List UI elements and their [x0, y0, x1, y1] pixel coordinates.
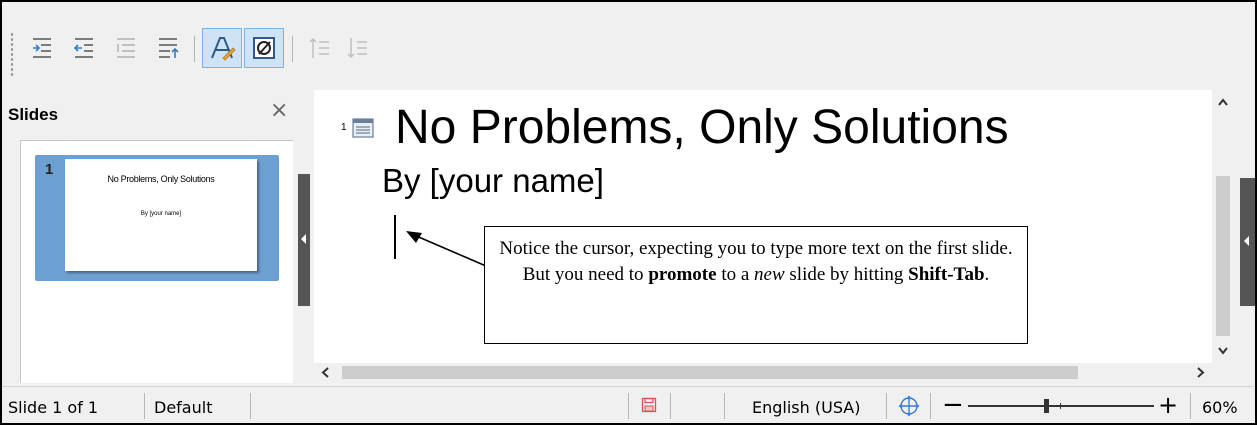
- chevron-left-icon: [321, 367, 329, 378]
- callout-emphasis-new: new: [754, 264, 785, 285]
- move-up-disabled-icon: [309, 37, 329, 58]
- demote-icon: [33, 38, 51, 58]
- move-cross-icon: [898, 395, 920, 417]
- scroll-down-button[interactable]: [1212, 337, 1234, 363]
- navigator-button[interactable]: [898, 395, 920, 421]
- zoom-level[interactable]: 60%: [1202, 398, 1238, 417]
- callout-text-part: .: [984, 264, 990, 285]
- language-status[interactable]: English (USA): [752, 398, 860, 417]
- toolbar-separator: [194, 36, 195, 62]
- zoom-in-button[interactable]: +: [1158, 391, 1178, 419]
- thumbnail-title: No Problems, Only Solutions: [107, 174, 215, 184]
- horizontal-scrollbar[interactable]: [314, 363, 1212, 382]
- collapse-arrow-icon: [301, 234, 306, 244]
- black-white-icon: [253, 37, 275, 59]
- slides-list: 1 No Problems, Only Solutions By [your n…: [20, 140, 293, 383]
- move-down-level-icon: [117, 38, 135, 58]
- slide-count[interactable]: Slide 1 of 1: [8, 398, 98, 417]
- callout-shortcut: Shift-Tab: [908, 264, 985, 285]
- chevron-down-icon: [1218, 347, 1228, 355]
- demote-button[interactable]: [22, 28, 62, 68]
- outline-subtitle-text[interactable]: By [your name]: [382, 160, 604, 202]
- scroll-up-button[interactable]: [1212, 90, 1234, 116]
- slide-number: 1: [45, 161, 54, 178]
- chevron-up-icon: [1218, 98, 1228, 106]
- status-separator: [628, 393, 629, 419]
- sidebar-splitter[interactable]: [298, 174, 310, 306]
- slide-thumbnail[interactable]: No Problems, Only Solutions By [your nam…: [65, 159, 257, 271]
- callout-emphasis-promote: promote: [648, 264, 717, 285]
- outline-slide-number: 1: [341, 122, 347, 133]
- zoom-slider[interactable]: [968, 399, 1154, 413]
- formatting-toggle-button[interactable]: [202, 28, 242, 68]
- promote-button[interactable]: [64, 28, 104, 68]
- toolbar-separator: [292, 36, 293, 62]
- black-white-button[interactable]: [244, 28, 284, 68]
- slides-pane: Slides × 1 No Problems, Only Solutions B…: [2, 90, 308, 383]
- status-bar: Slide 1 of 1 Default English (USA) − + 6…: [2, 386, 1255, 423]
- scroll-left-button[interactable]: [314, 363, 338, 382]
- outline-toolbar: [2, 2, 1255, 88]
- horizontal-scroll-thumb[interactable]: [342, 366, 1078, 379]
- status-separator: [670, 393, 671, 419]
- expand-arrow-icon: [1244, 236, 1249, 246]
- move-down-disabled-icon: [347, 38, 367, 59]
- move-up-disabled-button[interactable]: [300, 28, 340, 68]
- toolbar-grip[interactable]: [10, 32, 14, 78]
- impress-window: Slides × 1 No Problems, Only Solutions B…: [0, 0, 1257, 425]
- move-up-icon: [159, 38, 179, 58]
- right-sidebar-splitter[interactable]: [1240, 178, 1255, 306]
- zoom-slider-thumb[interactable]: [1044, 399, 1049, 413]
- slide-icon: [352, 118, 374, 138]
- zoom-out-button[interactable]: −: [942, 390, 964, 420]
- outline-title-text[interactable]: No Problems, Only Solutions: [395, 100, 1009, 156]
- chevron-right-icon: [1197, 367, 1205, 378]
- vertical-scroll-thumb[interactable]: [1216, 176, 1230, 336]
- promote-icon: [73, 38, 93, 58]
- callout-text: Notice the cursor, expecting you to type…: [493, 236, 1019, 288]
- move-down-disabled-button[interactable]: [338, 28, 378, 68]
- formatting-on-off-icon: [211, 37, 236, 61]
- status-separator: [250, 393, 251, 419]
- status-separator: [1190, 393, 1191, 419]
- save-status-icon[interactable]: [641, 397, 657, 417]
- status-separator: [886, 393, 887, 419]
- slides-pane-title: Slides: [8, 105, 59, 124]
- document-modified-icon: [641, 397, 657, 413]
- status-separator: [144, 393, 145, 419]
- callout-text-part: to a: [716, 264, 755, 285]
- text-cursor: [394, 215, 396, 259]
- annotation-callout: Notice the cursor, expecting you to type…: [484, 226, 1028, 344]
- status-separator: [930, 393, 931, 419]
- master-layout[interactable]: Default: [154, 398, 212, 417]
- zoom-slider-center-tick: [1060, 403, 1061, 409]
- move-up-button[interactable]: [148, 28, 188, 68]
- status-separator: [724, 393, 725, 419]
- callout-text-part: slide by hitting: [784, 264, 909, 285]
- vertical-scrollbar[interactable]: [1212, 90, 1234, 363]
- zoom-slider-track: [968, 405, 1154, 407]
- thumbnail-subtitle: By [your name]: [140, 211, 182, 217]
- move-down-level-button[interactable]: [106, 28, 146, 68]
- scroll-right-button[interactable]: [1188, 363, 1212, 382]
- close-icon[interactable]: ×: [270, 99, 288, 123]
